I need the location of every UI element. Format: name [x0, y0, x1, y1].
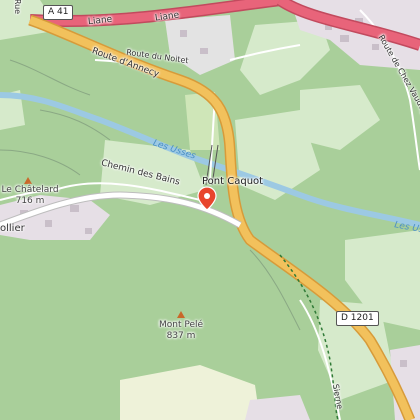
- map-canvas[interactable]: [0, 0, 420, 420]
- map-view[interactable]: A 41 Liane Liane Route d'Annecy Route du…: [0, 0, 420, 420]
- rue-label: Rue: [13, 0, 23, 15]
- le-chatelard-name: Le Châtelard: [1, 185, 59, 195]
- mont-pele-name: Mont Pelé: [158, 320, 204, 330]
- a41-shield: A 41: [43, 5, 74, 20]
- village-label-partial: ollier: [0, 223, 25, 234]
- d1201-shield: D 1201: [336, 311, 379, 326]
- summit-triangle-icon: [177, 311, 185, 318]
- le-chatelard-elevation: 716 m: [15, 196, 45, 206]
- mont-pele-elevation: 837 m: [166, 331, 196, 341]
- pont-caquot-label: Pont Caquot: [202, 176, 264, 187]
- summit-triangle-icon: [24, 177, 32, 184]
